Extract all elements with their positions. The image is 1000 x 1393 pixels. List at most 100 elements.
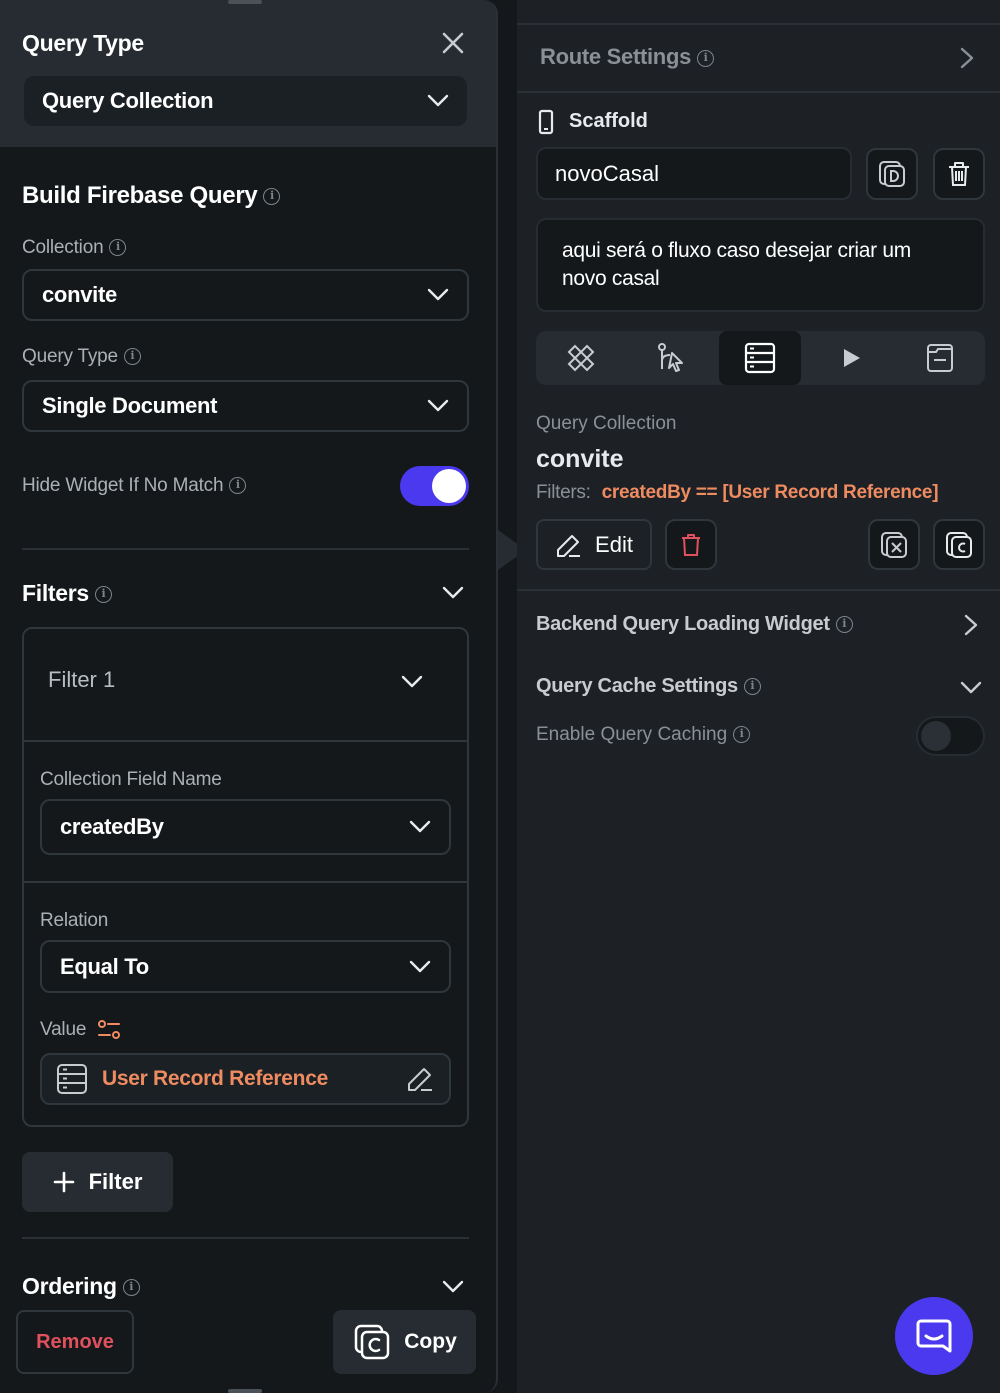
hide-widget-toggle[interactable] xyxy=(400,466,469,506)
page-id-button[interactable] xyxy=(866,148,918,200)
chevron-down-icon xyxy=(427,94,449,107)
info-icon[interactable]: i xyxy=(229,477,247,495)
info-icon[interactable]: i xyxy=(123,348,141,366)
remove-button[interactable]: Remove xyxy=(16,1310,134,1374)
property-tabs xyxy=(536,331,985,385)
ordering-collapse-chevron-icon[interactable] xyxy=(442,1280,464,1294)
tab-documentation[interactable] xyxy=(899,331,981,385)
inner-query-type-value: Single Document xyxy=(42,393,218,418)
collection-label-text: Collection xyxy=(22,237,104,258)
query-type-value: Query Collection xyxy=(42,88,214,113)
cache-settings-text: Query Cache Settings xyxy=(536,675,738,697)
tab-properties[interactable] xyxy=(540,331,622,385)
filters-collapse-chevron-icon[interactable] xyxy=(442,586,464,600)
clear-query-button[interactable] xyxy=(868,519,920,570)
query-panel: Query Type Query Collection Build Fireba… xyxy=(0,0,498,1393)
clear-x-icon xyxy=(881,531,907,558)
trash-icon xyxy=(949,162,969,186)
copy-button[interactable]: Copy xyxy=(333,1310,476,1374)
tab-backend-query[interactable] xyxy=(719,331,801,385)
loading-widget-title[interactable]: Backend Query Loading Widget i xyxy=(536,613,853,636)
enable-cache-text: Enable Query Caching xyxy=(536,724,728,745)
edit-pencil-icon xyxy=(557,534,581,557)
copy-query-button[interactable] xyxy=(933,519,985,570)
trash-icon xyxy=(682,533,700,556)
page-name-input[interactable]: novoCasal xyxy=(536,147,852,200)
chevron-right-icon[interactable] xyxy=(960,47,974,69)
edit-query-button[interactable]: Edit xyxy=(536,519,652,570)
copy-icon xyxy=(946,531,972,558)
field-name-value: createdBy xyxy=(60,814,164,839)
enable-cache-toggle[interactable] xyxy=(916,716,985,756)
delete-query-button[interactable] xyxy=(665,519,717,570)
query-type-title: Query Type xyxy=(22,30,144,56)
value-label: Value xyxy=(40,1019,121,1041)
variable-settings-icon[interactable] xyxy=(97,1019,121,1041)
bottom-drag-handle[interactable] xyxy=(228,1389,262,1393)
info-icon[interactable]: i xyxy=(733,726,751,744)
divider xyxy=(22,1237,469,1239)
route-settings-text: Route Settings xyxy=(540,44,692,69)
info-icon[interactable]: i xyxy=(697,49,715,67)
build-query-title-text: Build Firebase Query xyxy=(22,182,258,209)
copy-icon xyxy=(355,1324,390,1360)
filter-card: Filter 1 Collection Field Name Relation … xyxy=(22,627,469,1127)
info-icon[interactable]: i xyxy=(94,586,112,604)
info-icon[interactable]: i xyxy=(122,1279,140,1297)
delete-page-button[interactable] xyxy=(933,148,985,200)
document-icon xyxy=(927,344,953,372)
build-query-title: Build Firebase Query i xyxy=(22,182,281,210)
collection-value: convite xyxy=(42,282,117,307)
info-icon[interactable]: i xyxy=(263,188,281,206)
close-icon[interactable] xyxy=(440,30,466,56)
edit-label: Edit xyxy=(595,531,633,557)
page-name-value: novoCasal xyxy=(555,160,659,186)
edit-pencil-icon[interactable] xyxy=(405,1064,435,1094)
copy-label: Copy xyxy=(404,1330,457,1353)
relation-label: Relation xyxy=(40,910,109,931)
chevron-down-icon xyxy=(409,960,431,972)
value-text: User Record Reference xyxy=(102,1067,328,1090)
cache-settings-title[interactable]: Query Cache Settings i xyxy=(536,675,761,698)
chat-support-button[interactable] xyxy=(895,1297,973,1375)
ordering-title: Ordering i xyxy=(22,1273,140,1300)
tab-actions[interactable] xyxy=(630,331,712,385)
remove-label: Remove xyxy=(36,1330,114,1353)
play-icon xyxy=(844,349,860,367)
toggle-knob xyxy=(921,721,951,751)
value-label-text: Value xyxy=(40,1019,87,1041)
filters-title-text: Filters xyxy=(22,580,89,606)
scaffold-label: Scaffold xyxy=(569,110,648,132)
query-type-dropdown[interactable]: Query Collection xyxy=(24,76,467,126)
chevron-down-icon[interactable] xyxy=(960,681,982,695)
info-icon[interactable]: i xyxy=(743,678,761,696)
chat-icon xyxy=(916,1319,952,1353)
properties-panel: Route Settings i Scaffold novoCasal aqui … xyxy=(517,0,1000,1393)
field-name-dropdown[interactable]: createdBy xyxy=(40,799,451,855)
database-record-icon xyxy=(57,1064,87,1094)
single-document-dropdown[interactable]: Single Document xyxy=(22,380,469,432)
toggle-knob xyxy=(432,469,466,503)
filter-separator xyxy=(24,740,467,742)
relation-dropdown[interactable]: Equal To xyxy=(40,940,451,993)
value-field[interactable]: User Record Reference xyxy=(40,1053,451,1105)
collection-dropdown[interactable]: convite xyxy=(22,269,469,321)
document-d-icon xyxy=(879,161,905,187)
enable-cache-label: Enable Query Caching i xyxy=(536,724,751,746)
route-settings-title[interactable]: Route Settings i xyxy=(540,44,715,70)
filter-expand-chevron-icon[interactable] xyxy=(401,675,423,689)
tools-icon xyxy=(567,344,595,372)
top-drag-handle[interactable] xyxy=(228,0,262,4)
divider xyxy=(517,91,1000,93)
tab-animations[interactable] xyxy=(810,331,892,385)
divider xyxy=(517,23,1000,25)
page-description-input[interactable]: aqui será o fluxo caso desejar criar um … xyxy=(536,218,985,312)
chevron-right-icon[interactable] xyxy=(964,614,978,636)
phone-icon xyxy=(538,109,554,135)
divider xyxy=(22,548,469,550)
divider xyxy=(517,589,1000,591)
info-icon[interactable]: i xyxy=(835,616,853,634)
chevron-down-icon xyxy=(409,820,431,833)
add-filter-button[interactable]: Filter xyxy=(22,1152,173,1212)
info-icon[interactable]: i xyxy=(109,239,127,257)
